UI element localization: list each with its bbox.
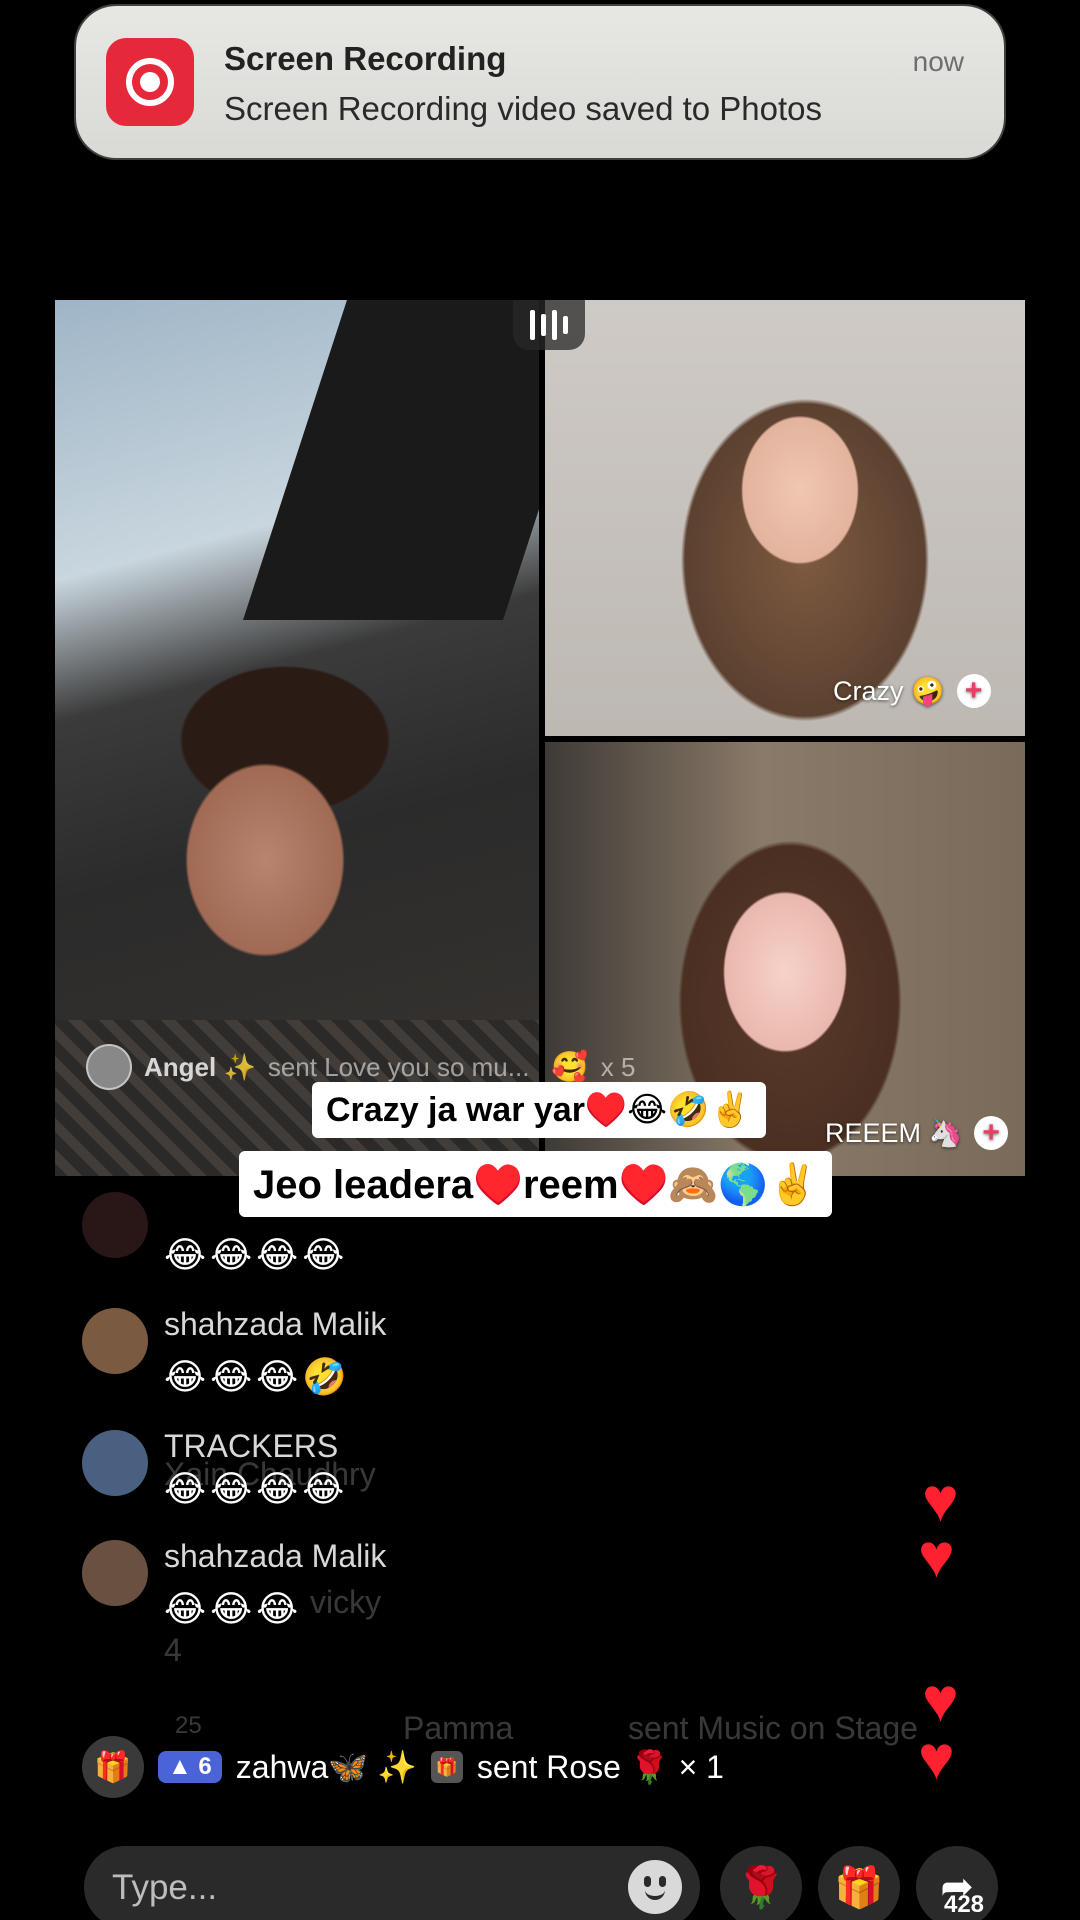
heart-icon: ♥ [918, 1522, 955, 1591]
avatar[interactable] [82, 1192, 148, 1258]
avatar[interactable] [82, 1308, 148, 1374]
caption-sticker: Jeo leadera♥️reem♥️🙈🌎✌️ [239, 1151, 832, 1217]
guest-top-name: Crazy 🤪 [833, 676, 945, 706]
notification-time: now [912, 46, 964, 77]
chat-username[interactable]: shahzada Malik [164, 1306, 386, 1343]
gift-overlay-count: x 5 [600, 1051, 636, 1082]
screen-recording-icon [106, 38, 194, 126]
follow-guest-bottom-button[interactable]: + [974, 1116, 1009, 1150]
gift-icon: 🎁 [430, 1751, 463, 1783]
rose-gift-button[interactable]: 🌹 [720, 1846, 802, 1920]
chat-username[interactable]: shahzada Malik [164, 1538, 386, 1575]
emoji-icon[interactable] [628, 1860, 682, 1914]
share-count: 428 [943, 1891, 985, 1918]
gift-overlay-text: sent Love you so mu... [267, 1051, 530, 1082]
chat-message: 😂😂😂 [164, 1588, 303, 1629]
ghost-chat-name: vicky [310, 1584, 382, 1620]
screen-recording-notification[interactable]: Screen Recording Screen Recording video … [76, 6, 1004, 158]
follow-guest-top-button[interactable]: + [956, 674, 991, 708]
avatar[interactable] [82, 1430, 148, 1496]
gift-event-user[interactable]: zahwa🦋 ✨ [236, 1748, 417, 1786]
gift-event-text: sent Rose 🌹 × 1 [476, 1749, 724, 1785]
guest-bottom-tag: REEEM 🦄 + [825, 1116, 1009, 1150]
heart-icon: ♥ [922, 1666, 959, 1735]
gift-box-icon[interactable]: 🎁 [82, 1736, 144, 1798]
gift-event: 🎁 ▲ 6 zahwa🦋 ✨ 🎁 sent Rose 🌹 × 1 [82, 1736, 724, 1798]
comment-input[interactable]: Type... [84, 1846, 700, 1920]
avatar [86, 1044, 132, 1090]
comment-placeholder: Type... [112, 1868, 218, 1907]
guest-bottom-name: REEEM 🦄 [825, 1118, 963, 1148]
heart-gift-icon: 🥰 [551, 1050, 589, 1084]
chat-username[interactable]: TRACKERS [164, 1428, 338, 1465]
notification-message: Screen Recording video saved to Photos [224, 90, 823, 127]
chat-message: 😂😂😂😂 [164, 1234, 349, 1275]
heart-icon: ♥ [918, 1724, 955, 1793]
avatar[interactable] [82, 1540, 148, 1606]
guest-top-tag: Crazy 🤪 + [833, 674, 991, 708]
level-badge: ▲ 6 [158, 1751, 222, 1783]
chat-message: 😂😂😂🤣 [164, 1356, 352, 1397]
car-roof [243, 300, 539, 620]
chat-message: 😂😂😂😂 [164, 1468, 349, 1509]
gift-overlay-user: Angel ✨ [144, 1051, 256, 1082]
notification-title: Screen Recording [224, 40, 507, 77]
caption-sticker: Crazy ja war yar♥️😂🤣✌️ [312, 1082, 766, 1138]
gift-button[interactable]: 🎁 [818, 1846, 900, 1920]
ghost-chat-message: 4 [164, 1632, 182, 1668]
guest-video-top[interactable]: Crazy 🤪 + [545, 300, 1025, 736]
audio-level-icon [513, 300, 585, 350]
